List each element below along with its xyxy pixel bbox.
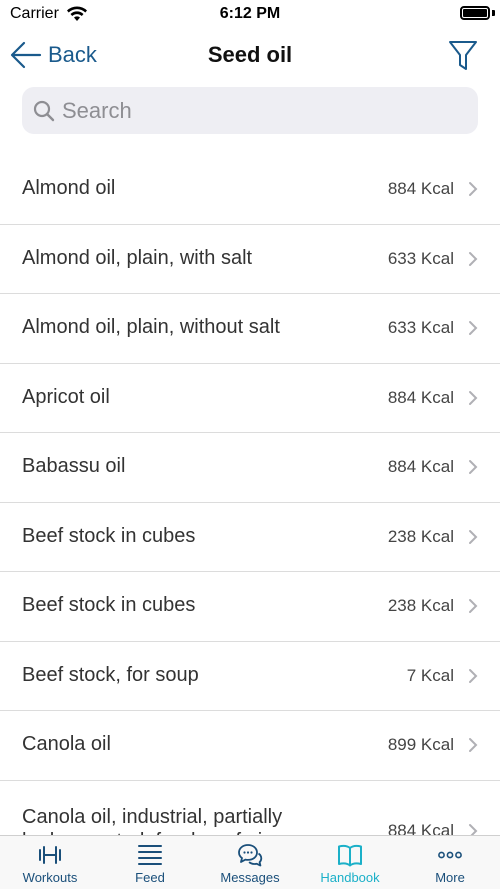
food-name: Canola oil xyxy=(22,733,111,755)
tab-more[interactable]: More xyxy=(400,836,500,889)
list-item[interactable]: Canola oil 899 Kcal xyxy=(0,711,500,781)
chevron-right-icon xyxy=(469,668,478,683)
food-kcal: 633 Kcal xyxy=(387,248,454,268)
status-bar: Carrier 6:12 PM xyxy=(0,0,500,30)
tab-label: Messages xyxy=(220,870,280,885)
list-item[interactable]: Almond oil, plain, with salt 633 Kcal xyxy=(0,225,500,294)
nav-bar: Back Seed oil xyxy=(0,30,500,80)
food-kcal: 884 Kcal xyxy=(387,820,454,836)
food-kcal: 238 Kcal xyxy=(387,526,454,546)
chevron-right-icon xyxy=(469,460,478,474)
food-kcal: 899 Kcal xyxy=(387,735,454,754)
chevron-right-icon xyxy=(469,599,478,613)
food-name: Canola oil, industrial, partially hydrog… xyxy=(22,805,284,836)
food-name: Beef stock, for soup xyxy=(22,663,199,686)
food-name: Beef stock in cubes xyxy=(22,594,196,616)
tab-feed[interactable]: Feed xyxy=(100,836,200,889)
food-name: Almond oil xyxy=(22,177,116,199)
list-item[interactable]: Apricot oil 884 Kcal xyxy=(0,364,500,433)
food-name: Almond oil, plain, with salt xyxy=(22,246,253,269)
back-label: Back xyxy=(48,42,97,67)
battery-icon xyxy=(460,6,490,20)
dumbbell-icon xyxy=(39,846,61,864)
tab-label: Handbook xyxy=(320,870,380,885)
list-item[interactable]: Beef stock in cubes 238 Kcal xyxy=(0,572,500,642)
food-name: Beef stock in cubes xyxy=(22,524,196,547)
tab-workouts[interactable]: Workouts xyxy=(0,836,100,889)
chevron-right-icon xyxy=(469,251,478,266)
chevron-right-icon xyxy=(469,321,478,335)
food-name: Almond oil, plain, without salt xyxy=(22,316,280,338)
chevron-right-icon xyxy=(469,738,478,752)
search-input[interactable] xyxy=(62,97,462,124)
chevron-right-icon xyxy=(469,529,478,544)
back-button[interactable]: Back xyxy=(10,38,97,72)
arrow-left-icon xyxy=(10,41,42,69)
chevron-right-icon xyxy=(469,390,478,405)
food-kcal: 884 Kcal xyxy=(387,179,454,198)
list-item[interactable]: Babassu oil 884 Kcal xyxy=(0,433,500,503)
food-list: Almond oil 884 Kcal Almond oil, plain, w… xyxy=(0,155,500,835)
tab-label: More xyxy=(435,870,465,885)
more-icon xyxy=(438,851,462,859)
tab-label: Workouts xyxy=(22,870,78,885)
chevron-right-icon xyxy=(469,182,478,196)
search-bar[interactable] xyxy=(22,87,478,134)
feed-icon xyxy=(138,845,162,865)
food-name: Babassu oil xyxy=(22,455,126,477)
search-icon xyxy=(33,100,55,121)
food-kcal: 884 Kcal xyxy=(387,387,454,407)
list-item[interactable]: Beef stock in cubes 238 Kcal xyxy=(0,503,500,572)
tab-label: Feed xyxy=(135,870,165,885)
food-name: Apricot oil xyxy=(22,385,110,408)
battery-tip xyxy=(492,10,495,16)
tab-bar: Workouts Feed Messages Handbook More xyxy=(0,835,500,889)
list-item[interactable]: Almond oil 884 Kcal xyxy=(0,155,500,225)
book-icon xyxy=(338,844,362,867)
food-kcal: 884 Kcal xyxy=(387,457,454,476)
messages-icon xyxy=(238,844,263,867)
tab-messages[interactable]: Messages xyxy=(200,836,300,889)
food-kcal: 238 Kcal xyxy=(387,596,454,615)
chevron-right-icon xyxy=(469,823,478,835)
status-time: 6:12 PM xyxy=(219,5,281,22)
filter-icon[interactable] xyxy=(448,38,478,72)
list-item[interactable]: Almond oil, plain, without salt 633 Kcal xyxy=(0,294,500,364)
food-kcal: 633 Kcal xyxy=(387,318,454,337)
food-kcal: 7 Kcal xyxy=(406,665,454,685)
list-item[interactable]: Canola oil, industrial, partially hydrog… xyxy=(0,781,500,836)
tab-handbook[interactable]: Handbook xyxy=(300,836,400,889)
list-item[interactable]: Beef stock, for soup 7 Kcal xyxy=(0,642,500,711)
